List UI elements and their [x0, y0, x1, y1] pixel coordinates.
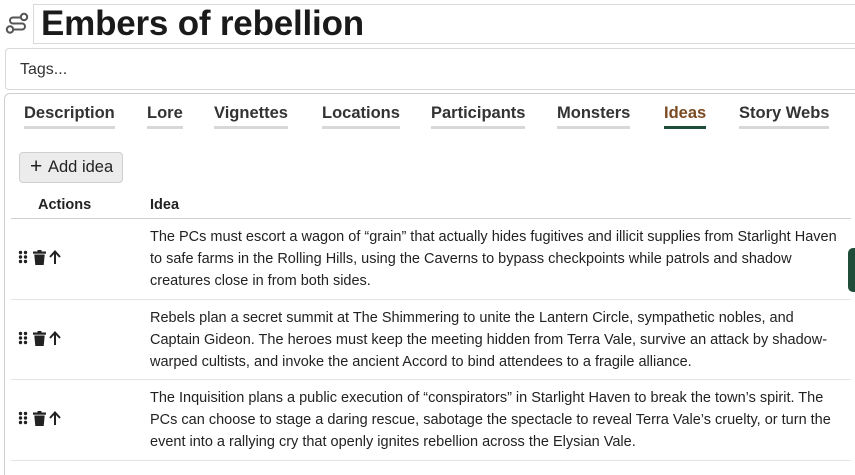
trash-icon[interactable]	[33, 411, 46, 426]
tab-bar: Description Lore Vignettes Locations Par…	[5, 94, 855, 136]
table-header: Actions Idea	[11, 191, 851, 219]
tags-input[interactable]: Tags...	[5, 48, 855, 90]
drag-handle-icon[interactable]	[18, 250, 28, 264]
ideas-table: Actions Idea The PCs must escort a wagon…	[11, 191, 851, 461]
row-actions	[18, 411, 78, 427]
idea-text: The PCs must escort a wagon of “grain” t…	[150, 229, 837, 289]
tab-monsters[interactable]: Monsters	[557, 104, 631, 129]
column-header-idea: Idea	[150, 197, 180, 213]
side-drawer-handle[interactable]	[848, 248, 855, 292]
move-up-icon[interactable]	[49, 250, 61, 265]
page-title: Embers of rebellion	[41, 4, 364, 43]
idea-text: The Inquisition plans a public execution…	[150, 390, 831, 450]
drag-handle-icon[interactable]	[18, 411, 28, 425]
move-up-icon[interactable]	[49, 411, 61, 426]
tab-lore[interactable]: Lore	[147, 104, 183, 129]
tags-placeholder: Tags...	[20, 61, 68, 78]
tab-participants[interactable]: Participants	[431, 104, 526, 129]
add-idea-label: Add idea	[48, 158, 114, 176]
drag-handle-icon[interactable]	[18, 331, 28, 345]
idea-text: Rebels plan a secret summit at The Shimm…	[150, 309, 828, 370]
row-actions	[18, 250, 78, 266]
tab-ideas[interactable]: Ideas	[664, 104, 707, 129]
table-row: The Inquisition plans a public execution…	[11, 380, 851, 461]
table-row: Rebels plan a secret summit at The Shimm…	[11, 300, 851, 380]
tab-description[interactable]: Description	[24, 104, 115, 129]
add-idea-button[interactable]: + Add idea	[19, 152, 123, 183]
column-header-actions: Actions	[38, 197, 92, 213]
trash-icon[interactable]	[33, 330, 46, 346]
move-up-icon[interactable]	[49, 330, 61, 346]
plus-icon: +	[30, 155, 43, 178]
tabs-panel: Description Lore Vignettes Locations Par…	[4, 93, 855, 475]
row-actions	[18, 330, 78, 347]
title-row: Embers of rebellion	[0, 0, 855, 46]
table-row: The PCs must escort a wagon of “grain” t…	[11, 219, 851, 300]
title-input[interactable]: Embers of rebellion	[33, 4, 855, 44]
tab-locations[interactable]: Locations	[322, 104, 400, 129]
tab-vignettes[interactable]: Vignettes	[214, 104, 288, 129]
tab-story-webs[interactable]: Story Webs	[739, 104, 830, 129]
trash-icon[interactable]	[33, 250, 46, 265]
story-path-icon	[5, 12, 29, 34]
